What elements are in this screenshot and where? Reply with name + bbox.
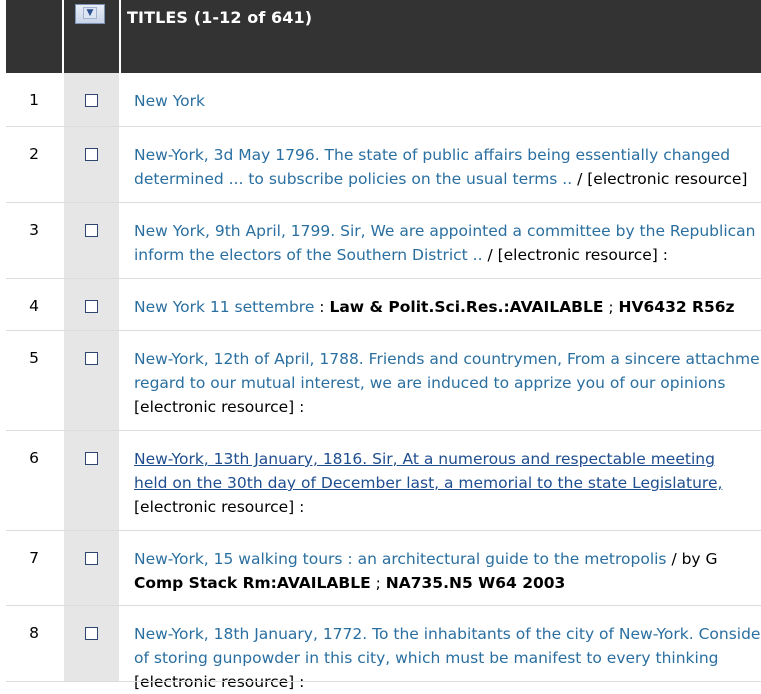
row-number-cell: 1 xyxy=(6,73,62,127)
title-cell: New-York, 18th January, 1772. To the inh… xyxy=(134,622,761,694)
title-text: [electronic resource] : xyxy=(134,498,305,516)
holding-info: Comp Stack Rm:AVAILABLE xyxy=(134,574,371,592)
title-text: / [electronic resource] xyxy=(572,170,748,188)
title-line: New-York, 15 walking tours : an architec… xyxy=(134,547,761,571)
title-text: [electronic resource] : xyxy=(134,398,305,416)
title-line: New York xyxy=(134,89,761,113)
holding-info: HV6432 R56z xyxy=(618,298,735,316)
header-number-column xyxy=(6,0,62,73)
title-link[interactable]: New York xyxy=(134,92,205,110)
title-text: ; xyxy=(603,298,619,316)
row-select-cell xyxy=(64,531,119,606)
title-link[interactable]: New-York, 3d May 1796. The state of publ… xyxy=(134,146,730,164)
row-select-cell xyxy=(64,606,119,682)
row-number-cell: 3 xyxy=(6,203,62,279)
title-line: New York 11 settembre : Law & Polit.Sci.… xyxy=(134,295,761,319)
title-line: [electronic resource] : xyxy=(134,495,761,519)
row-number-cell: 5 xyxy=(6,331,62,431)
title-text: / by G xyxy=(666,550,718,568)
title-line: [electronic resource] : xyxy=(134,670,761,694)
title-cell: New York 11 settembre : Law & Polit.Sci.… xyxy=(134,295,761,319)
title-line: determined ... to subscribe policies on … xyxy=(134,167,761,191)
table-row: 1 New York xyxy=(0,73,761,127)
row-number-cell: 4 xyxy=(6,279,62,331)
table-row: 5 New-York, 12th of April, 1788. Friends … xyxy=(0,331,761,431)
row-select-cell xyxy=(64,127,119,203)
title-cell: New-York, 15 walking tours : an architec… xyxy=(134,547,761,595)
title-text: ; xyxy=(370,574,386,592)
chevron-down-icon: ▼ xyxy=(83,7,97,19)
results-title: TITLES (1-12 of 641) xyxy=(127,8,313,27)
holding-info: Law & Polit.Sci.Res.:AVAILABLE xyxy=(329,298,604,316)
results-header: ▼ TITLES (1-12 of 641) xyxy=(0,0,761,73)
row-checkbox[interactable] xyxy=(85,552,98,565)
title-link[interactable]: New-York, 18th January, 1772. To the inh… xyxy=(134,625,761,643)
row-number: 6 xyxy=(29,449,39,467)
title-link[interactable]: New-York, 13th January, 1816. Sir, At a … xyxy=(134,450,715,468)
row-checkbox[interactable] xyxy=(85,300,98,313)
title-cell: New York xyxy=(134,89,761,113)
row-checkbox[interactable] xyxy=(85,94,98,107)
row-checkbox[interactable] xyxy=(85,627,98,640)
row-checkbox[interactable] xyxy=(85,148,98,161)
table-row: 4 New York 11 settembre : Law & Polit.Sci… xyxy=(0,279,761,331)
row-number-cell: 6 xyxy=(6,431,62,531)
title-link[interactable]: New-York, 12th of April, 1788. Friends a… xyxy=(134,350,761,368)
row-select-cell xyxy=(64,431,119,531)
title-link[interactable]: New York 11 settembre xyxy=(134,298,314,316)
title-link[interactable]: of storing gunpowder in this city, which… xyxy=(134,649,719,667)
title-text: / [electronic resource] : xyxy=(482,246,668,264)
header-select-column: ▼ xyxy=(64,0,119,73)
title-line: New-York, 13th January, 1816. Sir, At a … xyxy=(134,447,761,471)
title-link[interactable]: New York, 9th April, 1799. Sir, We are a… xyxy=(134,222,755,240)
row-select-cell xyxy=(64,279,119,331)
row-number: 4 xyxy=(29,297,39,315)
select-all-dropdown[interactable]: ▼ xyxy=(75,4,105,24)
title-line: New York, 9th April, 1799. Sir, We are a… xyxy=(134,219,761,243)
row-checkbox[interactable] xyxy=(85,224,98,237)
title-line: New-York, 3d May 1796. The state of publ… xyxy=(134,143,761,167)
row-number: 8 xyxy=(29,624,39,642)
title-line: Comp Stack Rm:AVAILABLE ; NA735.N5 W64 2… xyxy=(134,571,761,595)
row-select-cell xyxy=(64,203,119,279)
title-line: of storing gunpowder in this city, which… xyxy=(134,646,761,670)
title-cell: New-York, 13th January, 1816. Sir, At a … xyxy=(134,447,761,519)
table-row: 3 New York, 9th April, 1799. Sir, We are … xyxy=(0,203,761,279)
row-number: 5 xyxy=(29,349,39,367)
header-title-column: TITLES (1-12 of 641) xyxy=(121,0,761,73)
row-select-cell xyxy=(64,331,119,431)
row-checkbox[interactable] xyxy=(85,352,98,365)
title-text: : xyxy=(314,298,330,316)
row-number-cell: 8 xyxy=(6,606,62,682)
title-line: held on the 30th day of December last, a… xyxy=(134,471,761,495)
title-text: [electronic resource] : xyxy=(134,673,305,691)
table-row: 8 New-York, 18th January, 1772. To the in… xyxy=(0,606,761,691)
title-line: New-York, 12th of April, 1788. Friends a… xyxy=(134,347,761,371)
row-select-cell xyxy=(64,73,119,127)
title-link[interactable]: determined ... to subscribe policies on … xyxy=(134,170,572,188)
title-line: inform the electors of the Southern Dist… xyxy=(134,243,761,267)
title-link[interactable]: regard to our mutual interest, we are in… xyxy=(134,374,725,392)
table-row: 6 New-York, 13th January, 1816. Sir, At a… xyxy=(0,431,761,531)
row-number: 3 xyxy=(29,221,39,239)
title-line: regard to our mutual interest, we are in… xyxy=(134,371,761,395)
title-cell: New-York, 12th of April, 1788. Friends a… xyxy=(134,347,761,419)
row-number-cell: 7 xyxy=(6,531,62,606)
title-line: [electronic resource] : xyxy=(134,395,761,419)
title-line: New-York, 18th January, 1772. To the inh… xyxy=(134,622,761,646)
table-row: 7 New-York, 15 walking tours : an archite… xyxy=(0,531,761,606)
title-link[interactable]: held on the 30th day of December last, a… xyxy=(134,474,722,492)
title-link[interactable]: inform the electors of the Southern Dist… xyxy=(134,246,483,264)
row-number: 1 xyxy=(29,91,39,109)
title-cell: New York, 9th April, 1799. Sir, We are a… xyxy=(134,219,761,267)
row-checkbox[interactable] xyxy=(85,452,98,465)
row-number: 7 xyxy=(29,549,39,567)
row-number-cell: 2 xyxy=(6,127,62,203)
title-link[interactable]: New-York, 15 walking tours : an architec… xyxy=(134,550,667,568)
row-number: 2 xyxy=(29,145,39,163)
table-row: 2 New-York, 3d May 1796. The state of pub… xyxy=(0,127,761,203)
holding-info: NA735.N5 W64 2003 xyxy=(385,574,566,592)
title-cell: New-York, 3d May 1796. The state of publ… xyxy=(134,143,761,191)
